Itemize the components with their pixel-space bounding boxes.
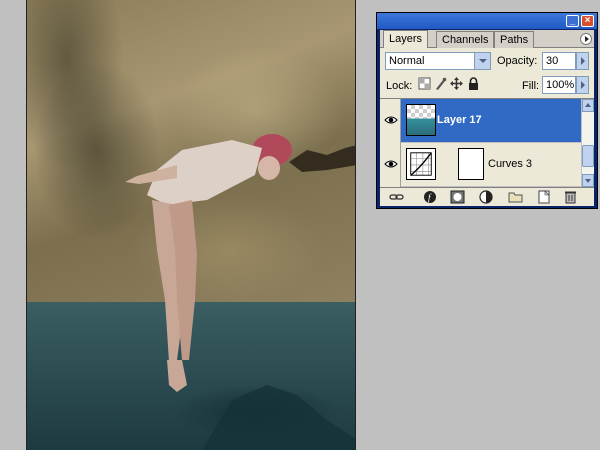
close-button[interactable]: × [581, 15, 594, 27]
minimize-button[interactable]: _ [566, 15, 579, 27]
chevron-down-icon [479, 59, 487, 63]
layers-bottom-toolbar: f [380, 187, 594, 206]
visibility-toggle[interactable] [380, 99, 401, 143]
chevron-up-icon [585, 103, 591, 107]
eye-icon [384, 116, 398, 124]
link-icon[interactable] [389, 190, 404, 204]
arrow-right-icon [581, 81, 585, 89]
lock-label: Lock: [386, 80, 413, 92]
lock-transparent-pixels-icon[interactable] [417, 76, 432, 91]
document-canvas[interactable] [26, 0, 356, 450]
layer-row-layer-17[interactable]: Layer 17 [380, 99, 581, 143]
layer-name: Curves 3 [488, 158, 533, 170]
layer-thumbnail [406, 104, 436, 136]
opacity-label: Opacity: [497, 55, 538, 67]
curves-adjustment-icon [406, 148, 436, 180]
layer-style-icon[interactable]: f [423, 190, 438, 204]
layer-row-curves-3[interactable]: Curves 3 [380, 143, 581, 187]
opacity-input[interactable]: 30 [542, 52, 576, 70]
scroll-down-button[interactable] [582, 174, 594, 187]
adjustment-layer-icon[interactable] [479, 190, 494, 204]
layer-name: Layer 17 [437, 114, 482, 126]
folder-icon[interactable] [508, 190, 523, 204]
padlock-icon[interactable] [466, 76, 481, 91]
layer-list-scrollbar[interactable] [581, 99, 594, 187]
canvas-figure [125, 134, 355, 450]
palette-menu-arrow-icon [585, 36, 589, 42]
palette-title-bar[interactable]: _ × [377, 13, 597, 29]
mask-icon[interactable] [450, 190, 465, 204]
lock-image-pixels-icon[interactable] [433, 76, 448, 91]
trash-icon[interactable] [563, 190, 578, 204]
palette-tabs: Layers Channels Paths [380, 30, 594, 48]
palette-menu-button[interactable] [580, 33, 592, 45]
tab-layers[interactable]: Layers [383, 30, 429, 48]
tab-paths[interactable]: Paths [494, 31, 535, 48]
layer-list: Layer 17 Curves 3 [380, 98, 594, 187]
opacity-slider-button[interactable] [576, 52, 589, 70]
layers-palette: _ × Layers Channels Paths Normal Opacity… [376, 12, 598, 209]
blend-mode-select[interactable]: Normal [385, 52, 491, 70]
visibility-toggle[interactable] [380, 143, 401, 187]
new-layer-icon[interactable] [536, 190, 551, 204]
layer-mask-thumbnail[interactable] [458, 148, 484, 180]
palette-body: Layers Channels Paths Normal Opacity: 30… [380, 30, 594, 206]
eye-icon [384, 160, 398, 168]
arrow-right-icon [581, 57, 585, 65]
fill-input[interactable]: 100% [542, 76, 576, 94]
scroll-up-button[interactable] [582, 99, 594, 112]
tab-channels[interactable]: Channels [436, 31, 495, 48]
lock-position-icon[interactable] [449, 76, 464, 91]
chevron-down-icon [585, 179, 591, 183]
fill-label: Fill: [522, 80, 540, 92]
fill-slider-button[interactable] [576, 76, 589, 94]
scrollbar-thumb[interactable] [582, 145, 594, 167]
close-icon: × [584, 15, 591, 26]
minimize-icon: _ [569, 15, 576, 26]
blend-mode-value: Normal [389, 55, 425, 67]
blend-mode-dropdown-button[interactable] [474, 53, 490, 69]
